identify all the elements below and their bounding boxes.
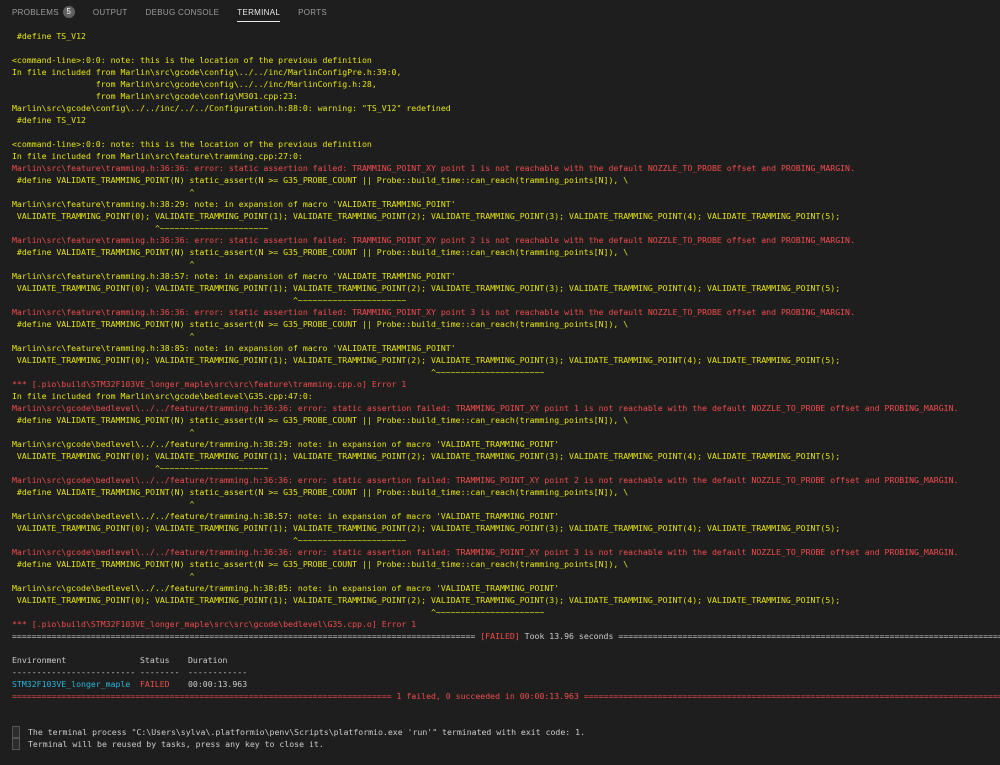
log-line: ^ (12, 499, 195, 509)
terminal-reuse-message: Terminal will be reused by tasks, press … (12, 738, 1000, 750)
log-line-error: *** [.pio\build\STM32F103VE_longer_maple… (12, 619, 417, 629)
result-separator: ========================================… (12, 690, 1000, 702)
problems-count-badge: 5 (62, 6, 75, 18)
col-environment: Environment (12, 655, 67, 665)
log-line: from Marlin\src\gcode\config\M301.cpp:23… (12, 91, 298, 101)
log-line: ^~~~~~~~~~~~~~~~~~~~~~~ (12, 463, 269, 473)
log-line: In file included from Marlin\src\gcode\c… (12, 67, 402, 77)
reuse-marker-icon (12, 738, 20, 750)
log-line: Marlin\src\gcode\bedlevel\../../feature/… (12, 583, 560, 593)
log-line: #define VALIDATE_TRAMMING_POINT(N) stati… (12, 247, 629, 257)
log-line: #define TS_V12 (12, 31, 86, 41)
col-duration: Duration (188, 655, 228, 665)
result-sep-right: ========================================… (583, 691, 1000, 701)
log-line: ^ (12, 331, 195, 341)
took-time: Took 13.96 seconds (519, 631, 619, 641)
log-line-error: Marlin\src\gcode\bedlevel\../../feature/… (12, 547, 959, 557)
log-line: VALIDATE_TRAMMING_POINT(0); VALIDATE_TRA… (12, 355, 841, 365)
terminal-exit-message: The terminal process "C:\Users\sylva\.pl… (12, 726, 1000, 738)
log-line-error: Marlin\src\feature\tramming.h:36:36: err… (12, 235, 855, 245)
log-line: VALIDATE_TRAMMING_POINT(0); VALIDATE_TRA… (12, 211, 841, 221)
result-sep-left: ========================================… (12, 691, 392, 701)
log-line: #define VALIDATE_TRAMMING_POINT(N) stati… (12, 415, 629, 425)
log-line: Marlin\src\feature\tramming.h:38:57: not… (12, 271, 456, 281)
log-line: Marlin\src\gcode\bedlevel\../../feature/… (12, 439, 560, 449)
summary-separator: ========================================… (12, 630, 1000, 642)
log-line: Marlin\src\gcode\bedlevel\../../feature/… (12, 511, 560, 521)
log-line-error: Marlin\src\gcode\bedlevel\../../feature/… (12, 475, 959, 485)
summary-env-row: STM32F103VE_longer_maple FAILED 00:00:13.9… (12, 678, 1000, 690)
log-line: ^~~~~~~~~~~~~~~~~~~~~~~ (12, 295, 407, 305)
env-status: FAILED (140, 679, 170, 689)
summary-header-row: Environment Status Duration (12, 654, 1000, 666)
failed-tag: [FAILED] (480, 631, 520, 641)
log-line: Marlin\src\feature\tramming.h:38:29: not… (12, 199, 456, 209)
log-line: ^ (12, 187, 195, 197)
env-name: STM32F103VE_longer_maple (12, 679, 131, 689)
tab-debug-console-label: DEBUG CONSOLE (145, 7, 220, 17)
tab-problems-label: PROBLEMS (12, 7, 59, 17)
log-line: ^~~~~~~~~~~~~~~~~~~~~~~ (12, 607, 545, 617)
tab-terminal-label: TERMINAL (237, 7, 281, 17)
exit-marker-icon (12, 726, 20, 738)
log-line: ^~~~~~~~~~~~~~~~~~~~~~~ (12, 367, 545, 377)
reuse-message-text: Terminal will be reused by tasks, press … (28, 739, 324, 749)
panel-tab-bar: PROBLEMS 5 OUTPUT DEBUG CONSOLE TERMINAL… (0, 0, 1000, 24)
separator-left: ========================================… (12, 631, 476, 641)
tab-problems[interactable]: PROBLEMS 5 (12, 0, 75, 24)
build-log: #define TS_V12 <command-line>:0:0: note: … (12, 24, 1000, 630)
log-line: from Marlin\src\gcode\config\../../inc/M… (12, 79, 377, 89)
separator-right: ========================================… (618, 631, 1000, 641)
log-line: #define TS_V12 (12, 115, 86, 125)
log-line-error: Marlin\src\gcode\bedlevel\../../feature/… (12, 403, 959, 413)
log-line: ^~~~~~~~~~~~~~~~~~~~~~~ (12, 223, 269, 233)
env-duration: 00:00:13.963 (188, 679, 248, 689)
tab-debug-console[interactable]: DEBUG CONSOLE (146, 0, 220, 24)
log-line: #define VALIDATE_TRAMMING_POINT(N) stati… (12, 559, 629, 569)
col-status: Status (140, 655, 170, 665)
log-line: VALIDATE_TRAMMING_POINT(0); VALIDATE_TRA… (12, 595, 841, 605)
summary-dash-row: ------------------------- -------- -------… (12, 666, 1000, 678)
log-line: VALIDATE_TRAMMING_POINT(0); VALIDATE_TRA… (12, 523, 841, 533)
result-text: 1 failed, 0 succeeded in 00:00:13.963 (391, 691, 584, 701)
exit-message-text: The terminal process "C:\Users\sylva\.pl… (28, 727, 586, 737)
log-line-error: *** [.pio\build\STM32F103VE_longer_maple… (12, 379, 407, 389)
log-line-error: Marlin\src\feature\tramming.h:36:36: err… (12, 307, 855, 317)
dash-environment: ------------------------- (12, 667, 136, 677)
tab-ports[interactable]: PORTS (298, 0, 327, 24)
log-line: VALIDATE_TRAMMING_POINT(0); VALIDATE_TRA… (12, 283, 841, 293)
tab-output-label: OUTPUT (92, 7, 128, 17)
log-line-error: Marlin\src\feature\tramming.h:36:36: err… (12, 163, 855, 173)
terminal-output[interactable]: #define TS_V12 <command-line>:0:0: note: … (12, 24, 1000, 765)
log-line: ^ (12, 571, 195, 581)
log-line: <command-line>:0:0: note: this is the lo… (12, 139, 372, 149)
log-line: VALIDATE_TRAMMING_POINT(0); VALIDATE_TRA… (12, 451, 841, 461)
log-line: #define VALIDATE_TRAMMING_POINT(N) stati… (12, 487, 629, 497)
log-line: ^ (12, 259, 195, 269)
dash-duration: ------------ (188, 667, 248, 677)
log-line: <command-line>:0:0: note: this is the lo… (12, 55, 372, 65)
log-line: #define VALIDATE_TRAMMING_POINT(N) stati… (12, 319, 629, 329)
tab-terminal[interactable]: TERMINAL (237, 0, 280, 24)
log-line: In file included from Marlin\src\gcode\b… (12, 391, 313, 401)
dash-status: -------- (140, 667, 180, 677)
log-line: #define VALIDATE_TRAMMING_POINT(N) stati… (12, 175, 629, 185)
tab-output[interactable]: OUTPUT (93, 0, 128, 24)
tab-ports-label: PORTS (298, 7, 328, 17)
log-line: Marlin\src\feature\tramming.h:38:85: not… (12, 343, 456, 353)
log-line: ^~~~~~~~~~~~~~~~~~~~~~~ (12, 535, 407, 545)
log-line: In file included from Marlin\src\feature… (12, 151, 303, 161)
log-line: Marlin\src\gcode\config\../../inc/../../… (12, 103, 451, 113)
log-line: ^ (12, 427, 195, 437)
